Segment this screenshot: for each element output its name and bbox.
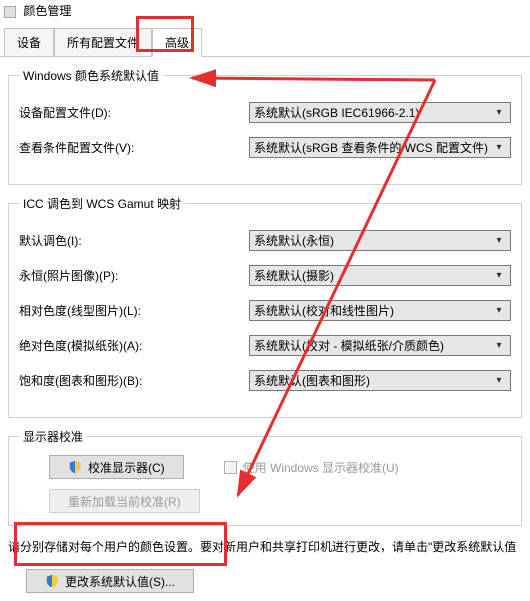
chevron-down-icon: ▾ — [492, 107, 506, 118]
row-relative-col: 相对色度(线型图片)(L): 系统默认(校对和线性图片) ▾ — [19, 300, 511, 321]
app-icon — [4, 6, 16, 18]
shield-icon — [68, 460, 82, 474]
button-label: 校准显示器(C) — [88, 459, 165, 476]
tab-devices[interactable]: 设备 — [4, 28, 54, 57]
group-color-defaults: Windows 颜色系统默认值 设备配置文件(D): 系统默认(sRGB IEC… — [8, 67, 522, 185]
group-display-calibration: 显示器校准 校准显示器(C) 使用 Windows 显示器校准(U) 重新加载当… — [8, 428, 522, 526]
checkbox-box — [224, 461, 237, 474]
chevron-down-icon: ▾ — [492, 235, 506, 246]
chevron-down-icon: ▾ — [492, 375, 506, 386]
tab-label: 高级 — [165, 36, 189, 50]
device-profile-label: 设备配置文件(D): — [19, 104, 249, 121]
perceptual-label: 永恒(照片图像)(P): — [19, 267, 249, 284]
default-intent-combo[interactable]: 系统默认(永恒) ▾ — [249, 230, 511, 251]
chevron-down-icon: ▾ — [492, 142, 506, 153]
relative-col-label: 相对色度(线型图片)(L): — [19, 302, 249, 319]
group-legend: 显示器校准 — [19, 428, 87, 445]
relative-col-combo[interactable]: 系统默认(校对和线性图片) ▾ — [249, 300, 511, 321]
tab-strip: 设备 所有配置文件 高级 — [0, 27, 530, 57]
row-viewing-profile: 查看条件配置文件(V): 系统默认(sRGB 查看条件的 WCS 配置文件) ▾ — [19, 137, 511, 158]
tab-body-advanced: Windows 颜色系统默认值 设备配置文件(D): 系统默认(sRGB IEC… — [0, 57, 530, 601]
button-label: 重新加载当前校准(R) — [68, 493, 181, 510]
combo-value: 系统默认(永恒) — [254, 232, 492, 249]
viewing-profile-combo[interactable]: 系统默认(sRGB 查看条件的 WCS 配置文件) ▾ — [249, 137, 511, 158]
calibration-row: 校准显示器(C) 使用 Windows 显示器校准(U) — [19, 455, 511, 479]
combo-value: 系统默认(校对 - 模拟纸张/介质颜色) — [254, 337, 492, 354]
perceptual-combo[interactable]: 系统默认(摄影) ▾ — [249, 265, 511, 286]
button-label: 更改系统默认值(S)... — [65, 573, 175, 590]
group-icc-mapping: ICC 调色到 WCS Gamut 映射 默认调色(I): 系统默认(永恒) ▾… — [8, 195, 522, 418]
tab-advanced[interactable]: 高级 — [152, 28, 202, 57]
change-system-defaults-button[interactable]: 更改系统默认值(S)... — [26, 569, 194, 593]
combo-value: 系统默认(摄影) — [254, 267, 492, 284]
saturation-combo[interactable]: 系统默认(图表和图形) ▾ — [249, 370, 511, 391]
combo-value: 系统默认(校对和线性图片) — [254, 302, 492, 319]
row-absolute-col: 绝对色度(模拟纸张)(A): 系统默认(校对 - 模拟纸张/介质颜色) ▾ — [19, 335, 511, 356]
row-saturation: 饱和度(图表和图形)(B): 系统默认(图表和图形) ▾ — [19, 370, 511, 391]
group-legend: Windows 颜色系统默认值 — [19, 67, 163, 84]
row-device-profile: 设备配置文件(D): 系统默认(sRGB IEC61966-2.1) ▾ — [19, 102, 511, 123]
chevron-down-icon: ▾ — [492, 340, 506, 351]
device-profile-combo[interactable]: 系统默认(sRGB IEC61966-2.1) ▾ — [249, 102, 511, 123]
window-title-row: 颜色管理 — [0, 0, 530, 25]
row-default-intent: 默认调色(I): 系统默认(永恒) ▾ — [19, 230, 511, 251]
tab-all-profiles[interactable]: 所有配置文件 — [54, 28, 152, 57]
absolute-col-combo[interactable]: 系统默认(校对 - 模拟纸张/介质颜色) ▾ — [249, 335, 511, 356]
shield-icon — [45, 574, 59, 588]
row-perceptual: 永恒(照片图像)(P): 系统默认(摄影) ▾ — [19, 265, 511, 286]
reload-calibration-button: 重新加载当前校准(R) — [49, 489, 200, 513]
saturation-label: 饱和度(图表和图形)(B): — [19, 372, 249, 389]
default-intent-label: 默认调色(I): — [19, 232, 249, 249]
tab-label: 设备 — [17, 36, 41, 50]
combo-value: 系统默认(sRGB IEC61966-2.1) — [254, 104, 492, 121]
chevron-down-icon: ▾ — [492, 270, 506, 281]
calibrate-display-button[interactable]: 校准显示器(C) — [49, 455, 184, 479]
group-legend: ICC 调色到 WCS Gamut 映射 — [19, 195, 185, 212]
combo-value: 系统默认(sRGB 查看条件的 WCS 配置文件) — [254, 139, 492, 156]
combo-value: 系统默认(图表和图形) — [254, 372, 492, 389]
use-windows-calibration-checkbox[interactable]: 使用 Windows 显示器校准(U) — [224, 459, 399, 476]
footer-note: 请分别存储对每个用户的颜色设置。要对新用户和共享打印机进行更改，请单击"更改系统… — [8, 538, 522, 555]
window-title: 颜色管理 — [23, 4, 71, 18]
checkbox-label: 使用 Windows 显示器校准(U) — [243, 459, 399, 476]
chevron-down-icon: ▾ — [492, 305, 506, 316]
viewing-profile-label: 查看条件配置文件(V): — [19, 139, 249, 156]
tab-label: 所有配置文件 — [67, 36, 139, 50]
absolute-col-label: 绝对色度(模拟纸张)(A): — [19, 337, 249, 354]
